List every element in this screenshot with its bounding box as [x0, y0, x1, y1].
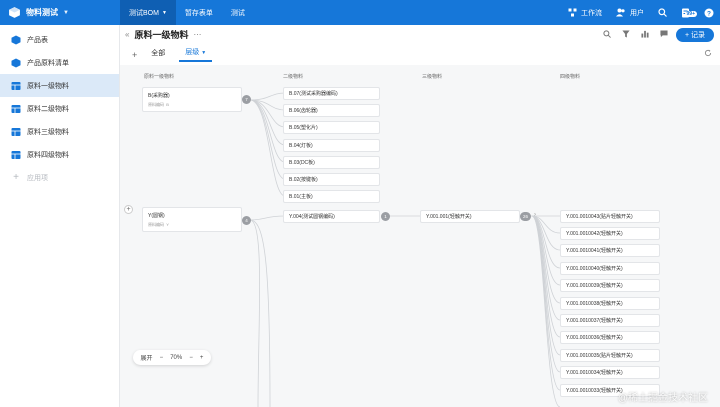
collapse-icon[interactable]: › [534, 212, 536, 218]
chevron-down-icon: ▼ [161, 9, 167, 16]
expand-add-icon[interactable]: + [124, 205, 133, 214]
chevron-down-icon: ▼ [63, 9, 69, 16]
column-header-level2: 二级物料 [283, 74, 304, 80]
level3-node[interactable]: Y.001.001(轻触开关) [420, 210, 520, 223]
nav-tab-draft-form[interactable]: 暂存表单 [176, 0, 222, 25]
child-count-badge[interactable]: 1 [381, 212, 390, 221]
collapse-sidebar-icon[interactable]: « [125, 30, 129, 39]
table-icon [11, 127, 21, 136]
users-button[interactable]: 用户 [616, 8, 644, 18]
hierarchy-canvas: 原料一级物料 二级物料 三级物料 四级物料 B(采购器) 原料编码 B 7 + … [120, 65, 720, 407]
sidebar: 产品表 产品原料清单 原料一级物料 原料二级物料 原料三级物料 原料四级物料 +… [0, 25, 120, 407]
plus-icon: + [13, 172, 19, 183]
users-icon [616, 8, 625, 17]
level2-node[interactable]: B.02(按键板) [283, 173, 380, 186]
child-count-badge[interactable]: 7 [242, 95, 251, 104]
table-icon [11, 150, 21, 159]
add-record-button[interactable]: + 记录 [676, 28, 714, 42]
level2-node[interactable]: B.05(塑化片) [283, 121, 380, 134]
column-header-level1: 原料一级物料 [144, 74, 175, 80]
notifications-button[interactable]: 99+ [681, 8, 697, 18]
sidebar-item-level1[interactable]: 原料一级物料 [0, 74, 119, 97]
level2-node[interactable]: B.01(主板) [283, 190, 380, 203]
sidebar-add-app-item[interactable]: + 应用项 [0, 166, 119, 189]
page-header: « 原料一级物料 ··· + 记录 + 全部 层级 ▼ [120, 25, 720, 65]
view-tab-all[interactable]: 全部 [151, 48, 165, 62]
level2-node[interactable]: Y.004(测试圆钢编码) [283, 210, 380, 223]
svg-text:?: ? [707, 10, 711, 17]
top-bar: 物料测试 ▼ 测试BOM ▼ 暂存表单 测试 工作流 用户 99+ ? [0, 0, 720, 25]
level4-node[interactable]: Y.001.0010038(轻触开关) [560, 297, 660, 310]
level2-node[interactable]: B.03(DC板) [283, 156, 380, 169]
chart-icon[interactable] [641, 30, 649, 38]
view-tab-hierarchy[interactable]: 层级 ▼ [179, 47, 213, 62]
column-header-level4: 四级物料 [560, 74, 581, 80]
level4-node[interactable]: Y.001.0010034(轻触开关) [560, 366, 660, 379]
search-button[interactable] [658, 8, 667, 17]
help-icon: ? [704, 8, 714, 17]
notification-badge: 99+ [684, 10, 697, 17]
zoom-in-button[interactable]: + [200, 355, 204, 361]
zoom-control: 展开 − 70% − + [133, 350, 211, 365]
level4-node[interactable]: Y.001.0010041(轻触开关) [560, 244, 660, 257]
view-tabs: + 全部 层级 ▼ [132, 47, 213, 62]
sidebar-item-product-bom[interactable]: 产品原料清单 [0, 51, 119, 74]
zoom-out-step[interactable]: − [189, 355, 193, 361]
cube-icon [11, 58, 21, 67]
toolbar [603, 30, 668, 38]
chevron-down-icon: ▼ [201, 50, 207, 56]
level4-node[interactable]: Y.001.0010043(贴片轻触开关) [560, 210, 660, 223]
refresh-icon[interactable] [704, 49, 712, 57]
level4-node[interactable]: Y.001.0010039(轻触开关) [560, 279, 660, 292]
sidebar-item-level3[interactable]: 原料三级物料 [0, 120, 119, 143]
column-header-level3: 三级物料 [422, 74, 443, 80]
level1-node-y[interactable]: Y(圆钢) 原料编码 Y [142, 207, 242, 232]
help-button[interactable]: ? [704, 8, 714, 18]
workflow-icon [568, 8, 577, 17]
more-icon[interactable]: ··· [193, 30, 201, 39]
add-view-icon[interactable]: + [132, 50, 137, 60]
expand-button[interactable]: 展开 [141, 353, 153, 362]
app-switcher[interactable]: 物料测试 ▼ [0, 6, 120, 19]
top-right-actions: 工作流 用户 99+ ? [568, 0, 714, 25]
child-count-badge[interactable]: 26 [520, 212, 531, 221]
app-name: 物料测试 [26, 8, 58, 17]
zoom-level: 70% [170, 354, 183, 361]
sidebar-item-level2[interactable]: 原料二级物料 [0, 97, 119, 120]
main-panel: « 原料一级物料 ··· + 记录 + 全部 层级 ▼ 原料一级物料 二级物料 … [120, 25, 720, 407]
child-count-badge[interactable]: 4 [242, 216, 251, 225]
table-icon [11, 104, 21, 113]
app-logo-icon [9, 7, 20, 18]
cube-icon [11, 35, 21, 44]
level2-node[interactable]: B.04(灯板) [283, 139, 380, 152]
page-title: 原料一级物料 [134, 30, 189, 40]
filter-icon[interactable] [622, 30, 630, 38]
level2-node[interactable]: B.07(测试采购器编码) [283, 87, 380, 100]
level4-node[interactable]: Y.001.0010040(轻触开关) [560, 262, 660, 275]
workbench-button[interactable]: 工作流 [568, 8, 602, 18]
level4-node[interactable]: Y.001.0010042(轻触开关) [560, 227, 660, 240]
table-icon [11, 81, 21, 90]
sidebar-item-product-table[interactable]: 产品表 [0, 28, 119, 51]
level1-node-b[interactable]: B(采购器) 原料编码 B [142, 87, 242, 112]
search-icon[interactable] [603, 30, 611, 38]
nav-tab-test[interactable]: 测试 [222, 0, 254, 25]
zoom-out-button[interactable]: − [160, 355, 164, 361]
level2-node[interactable]: B.06(齿轮器) [283, 104, 380, 117]
level4-node[interactable]: Y.001.0010035(贴片轻触开关) [560, 349, 660, 362]
level4-node[interactable]: Y.001.0010037(轻触开关) [560, 314, 660, 327]
comment-icon[interactable] [660, 30, 668, 38]
sidebar-item-level4[interactable]: 原料四级物料 [0, 143, 119, 166]
search-icon [658, 8, 667, 17]
watermark: @稀土掘金技术社区 [617, 393, 708, 404]
level4-node[interactable]: Y.001.0010036(轻触开关) [560, 331, 660, 344]
nav-tab-test-bom[interactable]: 测试BOM ▼ [120, 0, 176, 25]
